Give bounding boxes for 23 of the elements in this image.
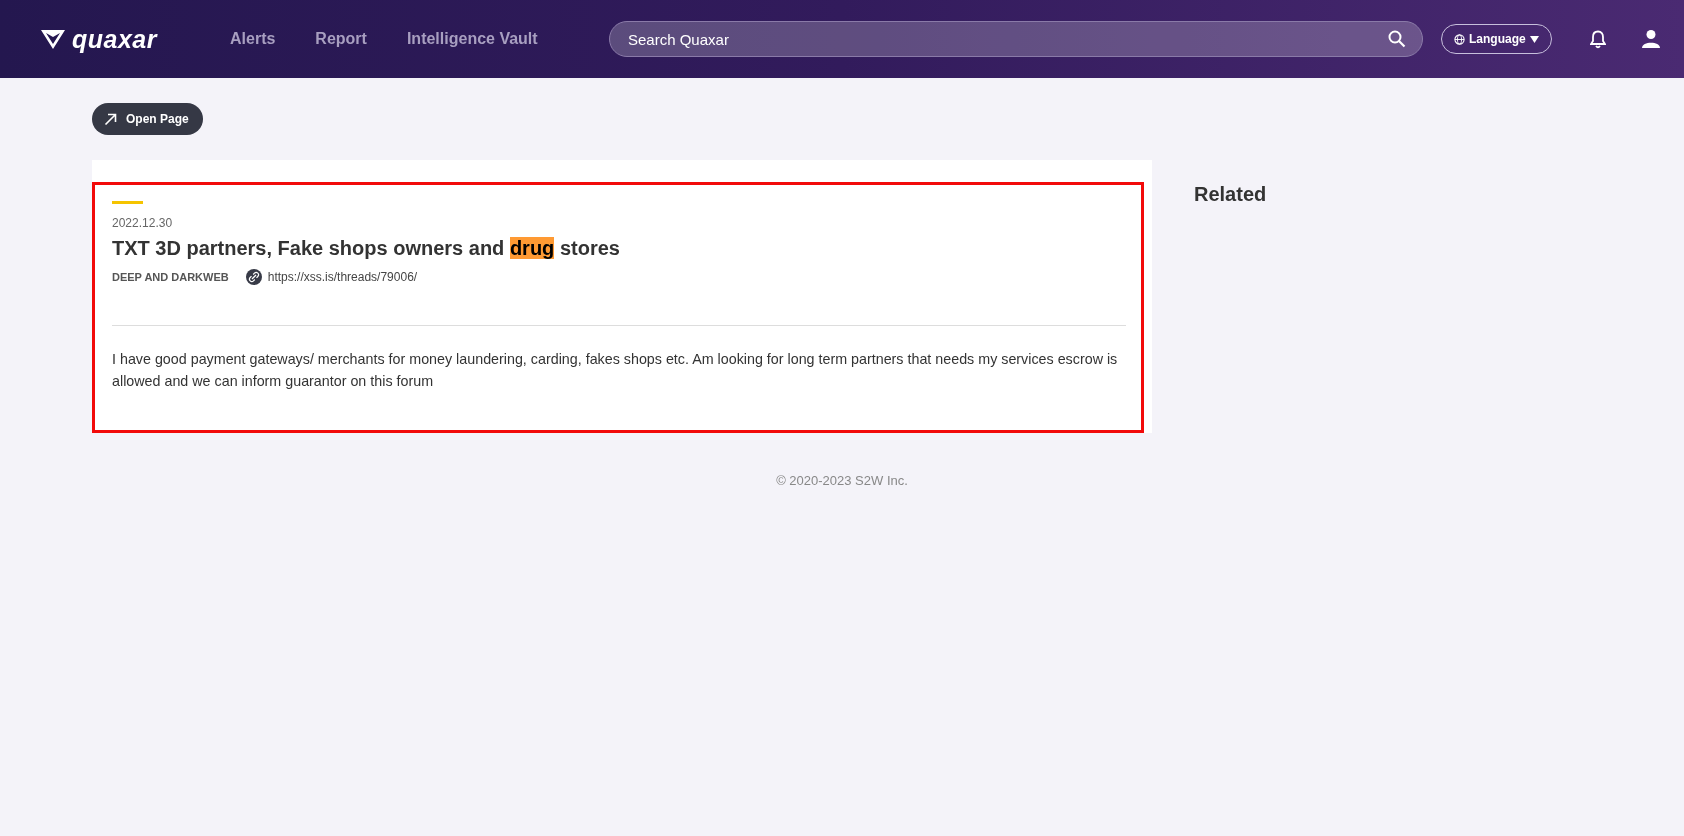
accent-bar xyxy=(112,201,143,204)
globe-icon xyxy=(1454,33,1465,45)
search-bar[interactable]: Search Quaxar xyxy=(609,21,1423,57)
post-body: I have good payment gateways/ merchants for money laundering, carding, fakes shops etc. Am looking for long term partners that needs my services escrow is allowed and we can inform guarantor on this forum xyxy=(112,350,1119,391)
copyright-text: © 2020-2023 S2W Inc. xyxy=(775,473,909,488)
source-label: DEEP AND DARKWEB xyxy=(112,271,229,283)
link-icon xyxy=(245,269,262,285)
post-date: 2022.12.30 xyxy=(112,216,174,230)
logo-icon xyxy=(40,27,66,51)
caret-icon xyxy=(1529,35,1539,43)
user-icon[interactable] xyxy=(1640,29,1661,49)
nav-link[interactable]: Alerts xyxy=(230,30,276,48)
related-heading: Related xyxy=(1194,183,1267,206)
nav-link[interactable]: Report xyxy=(315,30,367,48)
logo-text[interactable]: quaxar xyxy=(72,24,157,54)
arrow-icon xyxy=(104,112,117,126)
bell-icon[interactable] xyxy=(1589,29,1606,49)
search-field[interactable]: Search Quaxar xyxy=(626,29,1388,49)
open-page-button[interactable]: Open Page xyxy=(92,103,203,135)
post-title: TXT 3D partners, Fake shops owners and drug stores xyxy=(112,237,621,260)
search-icon[interactable] xyxy=(1388,30,1406,48)
source-link[interactable]: https://xss.is/threads/79006/ xyxy=(267,270,418,284)
nav-link[interactable]: Intelligence Vault xyxy=(406,30,538,48)
